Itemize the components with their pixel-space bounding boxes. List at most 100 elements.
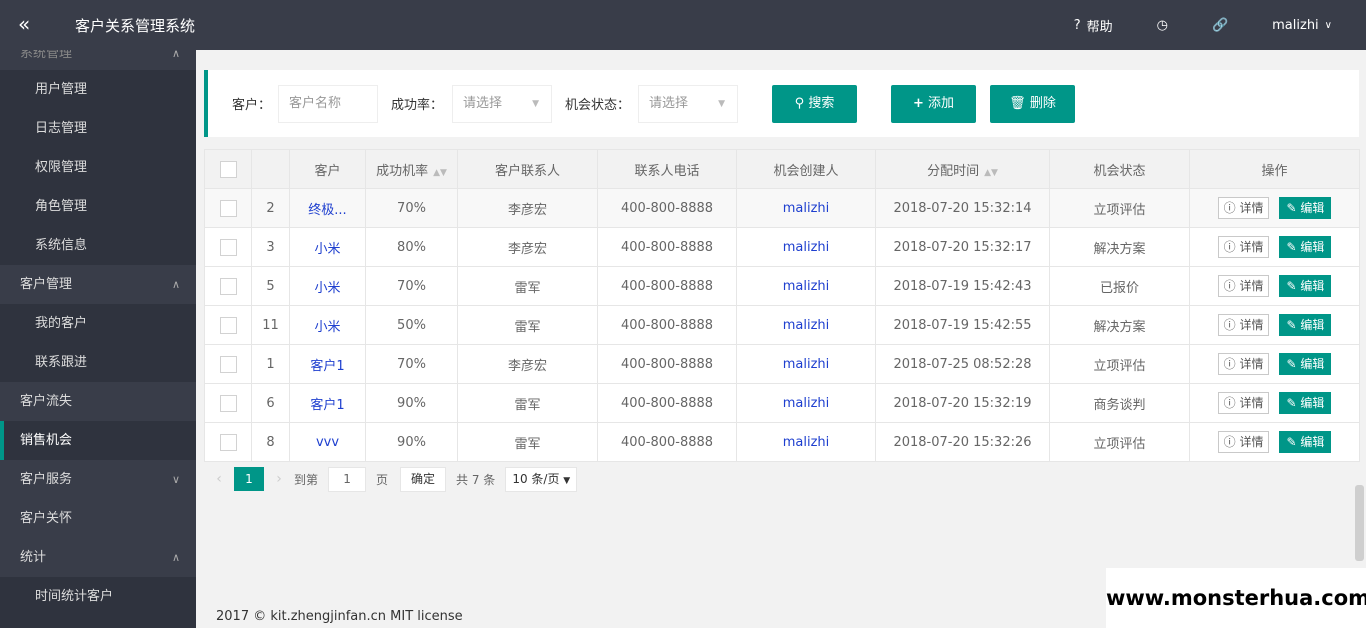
sidebar-item-label: 客户管理 [20,277,73,292]
row-select-cell [204,344,252,384]
row-checkbox[interactable] [219,238,237,256]
table-row: 11 小米 50% 雷军 400-800-8888 malizhi 2018-07-19 1… [204,305,1360,345]
sidebar-item[interactable]: 销售机会 [0,421,196,460]
customer-link[interactable]: vvv [316,435,339,450]
sidebar-item[interactable]: 统计 ∧ [0,538,196,577]
sidebar-item[interactable]: 系统信息 [0,226,196,265]
detail-button[interactable]: ⓘ 详情 [1217,431,1270,453]
customer-link[interactable]: 客户1 [310,398,344,413]
edit-button[interactable]: ✎ 编辑 [1279,314,1332,336]
sidebar-item[interactable]: 时间统计客户 [0,577,196,616]
scrollbar[interactable] [1355,485,1364,561]
cell-contact: 李彦宏 [457,344,598,384]
sidebar-item[interactable]: 系统管理 ∧ [0,50,196,70]
link-button[interactable]: 🔗 [1190,18,1250,33]
sidebar-item[interactable] [0,616,196,628]
user-menu[interactable]: malizhi ∨ [1250,18,1366,33]
cell-time: 2018-07-20 15:32:17 [875,227,1050,267]
sidebar-item[interactable]: 角色管理 [0,187,196,226]
creator-link[interactable]: malizhi [783,240,830,255]
current-page[interactable]: 1 [234,467,264,491]
creator-link[interactable]: malizhi [783,357,830,372]
confirm-button[interactable]: 确定 [400,466,447,492]
row-select-cell [204,422,252,462]
edit-button[interactable]: ✎ 编辑 [1279,236,1332,258]
creator-link[interactable]: malizhi [783,201,830,216]
edit-button[interactable]: ✎ 编辑 [1279,275,1332,297]
sidebar-item-label: 统计 [20,550,47,565]
cell-time: 2018-07-20 15:32:14 [875,188,1050,228]
table-row: 2 终极... 70% 李彦宏 400-800-8888 malizhi 2018-07-2… [204,188,1360,228]
creator-link[interactable]: malizhi [783,396,830,411]
col-actions: 操作 [1189,149,1360,189]
add-button[interactable]: + 添加 [891,85,976,123]
sort-icon[interactable]: ▲▼ [984,168,998,178]
edit-button[interactable]: ✎ 编辑 [1279,431,1332,453]
row-checkbox[interactable] [219,316,237,334]
sidebar-item[interactable]: 联系跟进 [0,343,196,382]
sidebar-item[interactable]: 客户服务 ∨ [0,460,196,499]
cell-contact: 李彦宏 [457,227,598,267]
edit-button[interactable]: ✎ 编辑 [1279,392,1332,414]
detail-button[interactable]: ⓘ 详情 [1217,275,1270,297]
col-rate[interactable]: 成功机率 ▲▼ [365,149,458,189]
cell-id: 5 [251,266,290,306]
customer-name-input[interactable]: 客户名称 [278,85,378,123]
row-checkbox[interactable] [219,199,237,217]
collapse-sidebar-icon[interactable]: « [18,12,30,36]
cell-actions: ⓘ 详情 ✎ 编辑 [1189,305,1360,345]
sidebar-item[interactable]: 权限管理 [0,148,196,187]
opportunity-table: 客户 成功机率 ▲▼ 客户联系人 联系人电话 机会创建人 分配时间 ▲▼ 机会状态 … [204,149,1360,462]
sidebar-item[interactable]: 用户管理 [0,70,196,109]
sidebar-item[interactable]: 我的客户 [0,304,196,343]
col-time[interactable]: 分配时间 ▲▼ [875,149,1050,189]
row-checkbox[interactable] [219,277,237,295]
caret-down-icon: ▼ [563,475,571,486]
sidebar-item[interactable]: 客户流失 [0,382,196,421]
sidebar-item-label: 销售机会 [20,433,73,448]
history-button[interactable]: ◷ [1135,18,1190,33]
goto-page-input[interactable]: 1 [328,466,367,492]
detail-button[interactable]: ⓘ 详情 [1217,197,1270,219]
creator-link[interactable]: malizhi [783,279,830,294]
pencil-icon: ✎ [1286,435,1297,449]
sidebar-item[interactable]: 日志管理 [0,109,196,148]
search-icon: ⚲ [794,96,805,111]
info-icon: ⓘ [1223,318,1236,332]
creator-link[interactable]: malizhi [783,318,830,333]
cell-phone: 400-800-8888 [597,266,737,306]
row-checkbox[interactable] [219,433,237,451]
prev-page-icon[interactable]: ‹ [204,471,234,487]
customer-link[interactable]: 客户1 [310,359,344,374]
status-select[interactable]: 请选择 ▼ [638,85,738,123]
cell-actions: ⓘ 详情 ✎ 编辑 [1189,383,1360,423]
edit-button[interactable]: ✎ 编辑 [1279,353,1332,375]
sidebar-item-label: 权限管理 [35,160,88,175]
row-checkbox[interactable] [219,394,237,412]
rate-select[interactable]: 请选择 ▼ [452,85,552,123]
delete-button[interactable]: 🗑 删除 [990,85,1075,123]
detail-button[interactable]: ⓘ 详情 [1217,392,1270,414]
page-size-select[interactable]: 10 条/页 ▼ [505,466,578,492]
cell-id: 3 [251,227,290,267]
pencil-icon: ✎ [1286,396,1297,410]
header-right: ? 帮助 ◷ 🔗 malizhi ∨ [1052,0,1366,50]
detail-button[interactable]: ⓘ 详情 [1217,314,1270,336]
select-all-checkbox[interactable] [219,160,237,178]
customer-link[interactable]: 小米 [314,242,340,257]
cell-creator: malizhi [736,383,876,423]
sidebar-item[interactable]: 客户管理 ∧ [0,265,196,304]
customer-link[interactable]: 小米 [314,320,340,335]
sort-icon[interactable]: ▲▼ [433,168,447,178]
edit-button[interactable]: ✎ 编辑 [1279,197,1332,219]
detail-button[interactable]: ⓘ 详情 [1217,353,1270,375]
detail-button[interactable]: ⓘ 详情 [1217,236,1270,258]
help-link[interactable]: ? 帮助 [1052,16,1135,35]
customer-link[interactable]: 小米 [314,281,340,296]
creator-link[interactable]: malizhi [783,435,830,450]
row-checkbox[interactable] [219,355,237,373]
customer-link[interactable]: 终极... [308,203,346,218]
sidebar-item[interactable]: 客户关怀 [0,499,196,538]
search-button[interactable]: ⚲ 搜索 [772,85,857,123]
next-page-icon[interactable]: › [264,471,294,487]
